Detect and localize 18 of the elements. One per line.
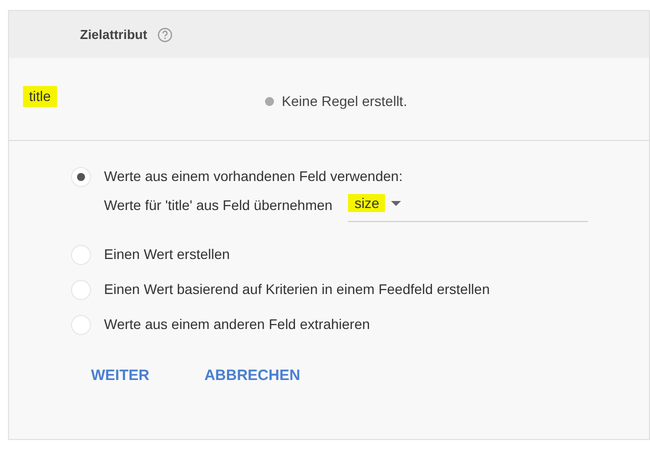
option-label: Einen Wert basierend auf Kriterien in einem Feedfeld erstellen bbox=[104, 280, 490, 299]
status-text: Keine Regel erstellt. bbox=[282, 92, 408, 111]
radio-button[interactable] bbox=[71, 245, 91, 265]
option-label: Werte aus einem vorhandenen Feld verwenden: bbox=[104, 167, 404, 186]
attribute-name: title bbox=[23, 86, 57, 107]
help-icon bbox=[157, 26, 174, 42]
field-dropdown[interactable]: size bbox=[348, 194, 588, 222]
option-detail: Werte für 'title' aus Feld übernehmen bbox=[104, 196, 332, 215]
option-label: Werte aus einem anderen Feld extrahieren bbox=[104, 315, 370, 334]
radio-button[interactable] bbox=[71, 280, 91, 300]
field-value: size bbox=[348, 194, 386, 212]
column-title: Zielattribut bbox=[80, 26, 148, 44]
text-button[interactable]: ABBRECHEN bbox=[204, 365, 300, 388]
radio-button[interactable] bbox=[71, 167, 91, 187]
radio-button[interactable] bbox=[71, 315, 91, 335]
option-label: Einen Wert erstellen bbox=[104, 245, 230, 264]
caret-icon bbox=[391, 201, 402, 206]
text-button[interactable]: WEITER bbox=[91, 365, 150, 388]
